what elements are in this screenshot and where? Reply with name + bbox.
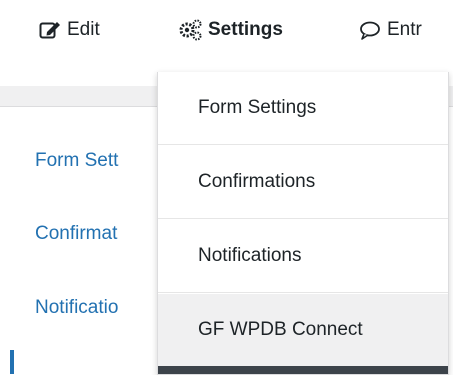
settings-menu-button[interactable]: Settings bbox=[178, 17, 283, 43]
speech-bubble-icon bbox=[359, 20, 381, 40]
sidebar-item-form-settings[interactable]: Form Sett bbox=[35, 150, 118, 172]
menu-item-confirmations[interactable]: Confirmations bbox=[158, 146, 448, 219]
settings-label: Settings bbox=[208, 19, 283, 40]
sidebar-active-indicator bbox=[10, 350, 14, 374]
menu-item-gf-wpdb-connect[interactable]: GF WPDB Connect bbox=[158, 294, 448, 367]
form-toolbar: Edit Settings Entr bbox=[0, 0, 453, 66]
settings-dropdown-menu: Form Settings Confirmations Notification… bbox=[157, 72, 449, 375]
edit-label: Edit bbox=[67, 19, 100, 40]
sidebar-item-confirmations[interactable]: Confirmat bbox=[35, 223, 117, 245]
entries-menu-button[interactable]: Entr bbox=[359, 17, 422, 43]
edit-icon bbox=[39, 20, 61, 40]
edit-menu-button[interactable]: Edit bbox=[39, 17, 100, 43]
menu-item-form-settings[interactable]: Form Settings bbox=[158, 72, 448, 145]
menu-item-notifications[interactable]: Notifications bbox=[158, 220, 448, 293]
gears-icon bbox=[178, 19, 202, 41]
entries-label: Entr bbox=[387, 19, 422, 40]
sidebar-item-notifications[interactable]: Notificatio bbox=[35, 297, 118, 319]
dropdown-bottom-edge bbox=[158, 366, 448, 374]
settings-sidebar: Form Sett Confirmat Notificatio bbox=[0, 107, 170, 374]
